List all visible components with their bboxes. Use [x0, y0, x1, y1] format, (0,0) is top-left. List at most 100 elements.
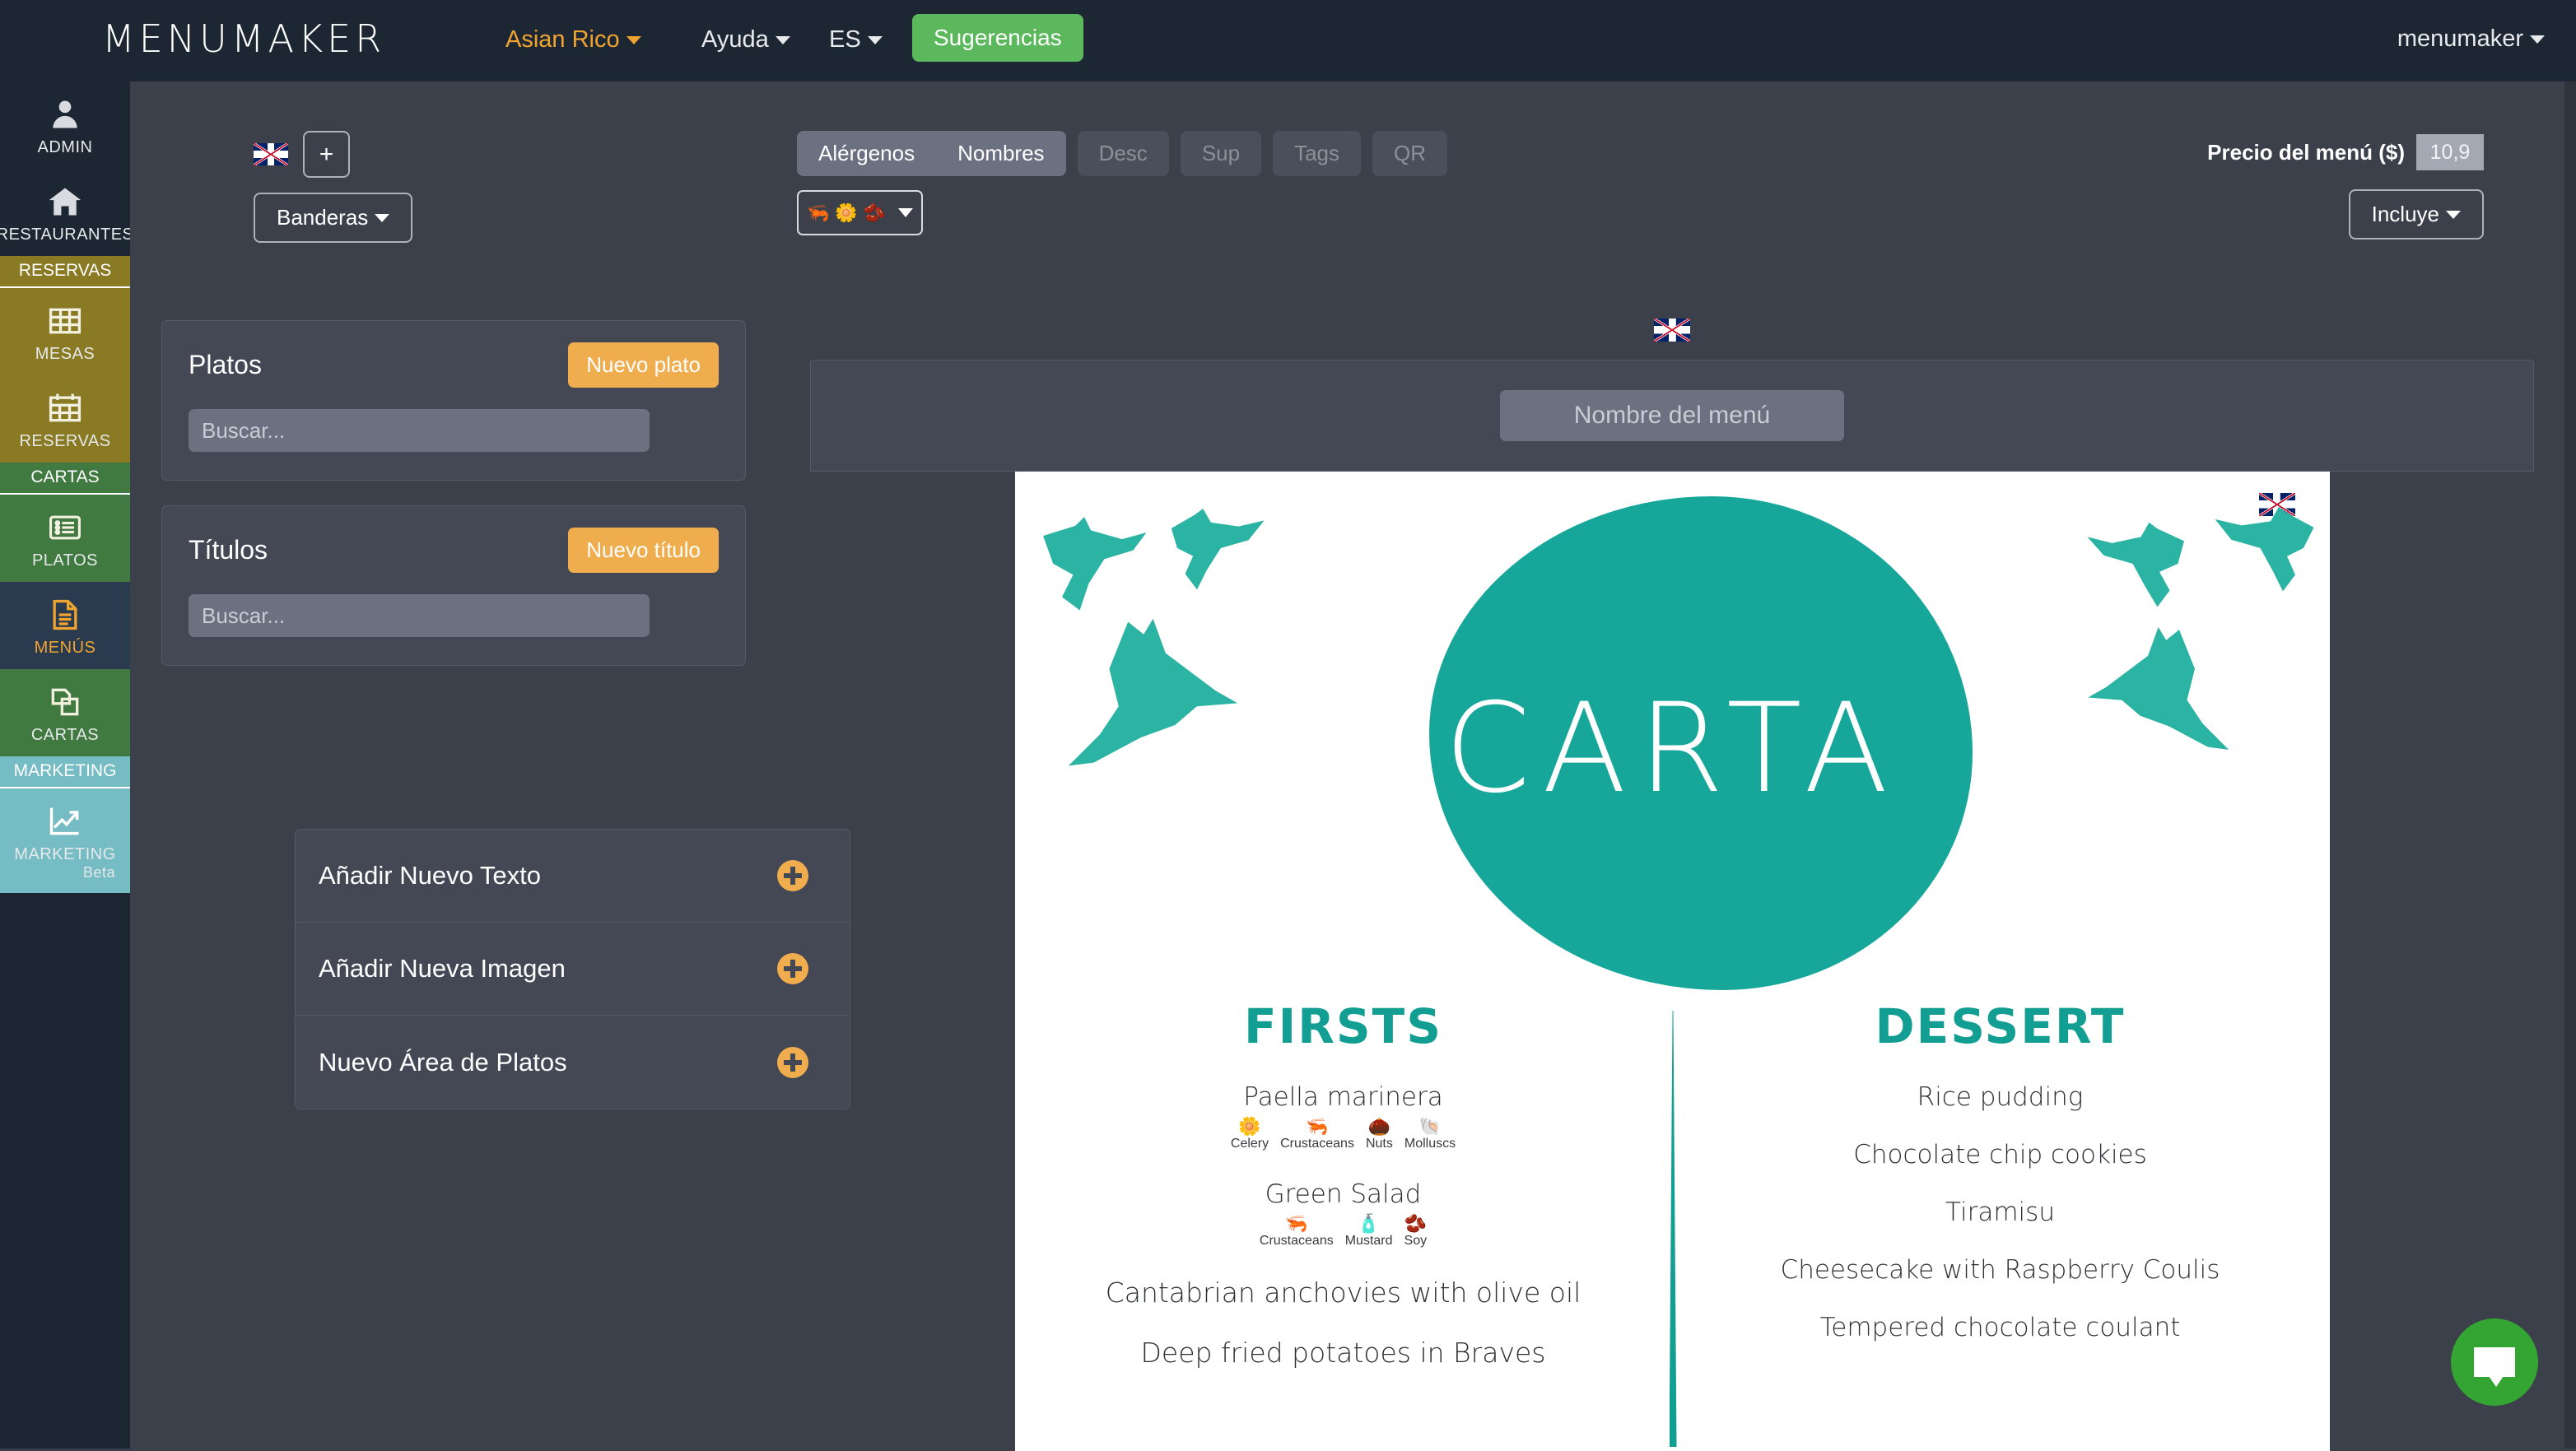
menu-price-input[interactable]: [2416, 134, 2484, 170]
allergen-label: Celery: [1230, 1137, 1269, 1151]
allergen-label: Molluscs: [1404, 1137, 1456, 1151]
page-scrollbar[interactable]: [2564, 81, 2576, 1449]
chat-bubble-icon: [2474, 1347, 2515, 1387]
toggle-qr[interactable]: QR: [1372, 131, 1447, 176]
sidebar-item-marketing[interactable]: MARKETING Beta: [0, 788, 130, 893]
crustaceans-icon: 🦐: [1285, 1213, 1308, 1234]
sidebar-item-cartas[interactable]: CARTAS: [0, 669, 130, 756]
home-icon: [49, 188, 82, 216]
sidebar-item-label: RESERVAS: [19, 432, 111, 450]
titulos-card-header: Títulos Nuevo título: [189, 528, 719, 573]
soy-icon: 🫘: [863, 202, 887, 223]
nav-help[interactable]: Ayuda: [701, 26, 790, 53]
incluye-dropdown[interactable]: Incluye: [2348, 189, 2484, 240]
toggle-tags[interactable]: Tags: [1273, 131, 1361, 176]
chevron-down-icon: [867, 36, 883, 44]
add-new-text-label: Añadir Nuevo Texto: [319, 861, 541, 890]
plus-icon[interactable]: [777, 860, 808, 891]
platos-search-input[interactable]: [189, 409, 650, 452]
add-new-text-row[interactable]: Añadir Nuevo Texto: [296, 830, 850, 923]
dish-name[interactable]: Cantabrian anchovies with olive oil: [1015, 1277, 1672, 1309]
menu-sheet[interactable]: CARTA FIRSTS Paella marinera 🌼 Celery 🦐 …: [1014, 472, 2330, 1451]
menu-name-input[interactable]: [1500, 390, 1844, 441]
nav-restaurant-label: Asian Rico: [505, 26, 620, 53]
bird-icon: [1171, 509, 1265, 590]
add-language-button[interactable]: +: [303, 131, 350, 178]
dish-name[interactable]: Deep fried potatoes in Braves: [1015, 1337, 1672, 1369]
bird-icon: [2087, 522, 2184, 607]
dish-name[interactable]: Paella marinera: [1015, 1082, 1672, 1112]
allergen-crustaceans: 🦐 Crustaceans: [1280, 1117, 1354, 1151]
dish-name[interactable]: Tempered chocolate coulant: [1672, 1313, 2329, 1342]
app-logo[interactable]: MENUMAKER: [102, 16, 385, 61]
banderas-label: Banderas: [277, 205, 369, 230]
toggle-alergenos[interactable]: Alérgenos: [797, 131, 936, 176]
bird-icon: [2215, 506, 2313, 592]
platos-card-header: Platos Nuevo plato: [189, 342, 719, 388]
menu-columns: FIRSTS Paella marinera 🌼 Celery 🦐 Crusta…: [1015, 998, 2330, 1369]
sidebar: ADMIN RESTAURANTES RESERVAS MESAS RESERV…: [0, 81, 133, 1449]
nuevo-titulo-button[interactable]: Nuevo título: [568, 528, 719, 573]
dish-name[interactable]: Green Salad: [1015, 1179, 1672, 1209]
nuevo-plato-button[interactable]: Nuevo plato: [568, 342, 719, 388]
toggle-nombres[interactable]: Nombres: [936, 131, 1065, 176]
molluscs-icon: 🐚: [1418, 1116, 1442, 1137]
allergen-label: Soy: [1404, 1234, 1428, 1248]
nav-restaurant-selector[interactable]: Asian Rico: [505, 26, 641, 53]
column-title: DESSERT: [1875, 998, 2126, 1054]
crustaceans-icon: 🦐: [1306, 1116, 1329, 1137]
allergen-mustard: 🧴 Mustard: [1345, 1214, 1393, 1249]
column-title: FIRSTS: [1244, 998, 1442, 1054]
sidebar-item-label: PLATOS: [31, 551, 99, 570]
chat-widget-button[interactable]: [2451, 1318, 2538, 1406]
uk-flag-icon[interactable]: [1654, 319, 1690, 342]
add-new-image-row[interactable]: Añadir Nueva Imagen: [296, 923, 850, 1016]
allergen-label: Crustaceans: [1259, 1234, 1334, 1248]
add-element-list: Añadir Nuevo Texto Añadir Nueva Imagen N…: [295, 829, 850, 1109]
dish-name[interactable]: Chocolate chip cookies: [1672, 1140, 2329, 1170]
nav-help-label: Ayuda: [701, 26, 769, 53]
sidebar-item-label: ADMIN: [37, 138, 93, 156]
sidebar-item-platos[interactable]: PLATOS: [0, 495, 130, 582]
chevron-down-icon: [775, 36, 790, 44]
titulos-card: Títulos Nuevo título: [161, 505, 746, 666]
titulos-search-input[interactable]: [189, 594, 650, 637]
nav-language[interactable]: ES: [829, 26, 883, 53]
dish-name[interactable]: Rice pudding: [1672, 1082, 2329, 1112]
banderas-dropdown[interactable]: Banderas: [254, 193, 413, 243]
bird-icon: [1042, 517, 1147, 611]
chevron-down-icon: [375, 214, 390, 222]
sidebar-item-reservas[interactable]: RESERVAS: [0, 375, 130, 463]
chevron-down-icon: [898, 208, 913, 217]
allergen-list: 🦐 Crustaceans 🧴 Mustard 🫘 Soy: [1015, 1214, 1672, 1249]
uk-flag-icon[interactable]: [254, 143, 288, 165]
incluye-label: Incluye: [2371, 202, 2439, 226]
celery-icon: 🌼: [835, 202, 858, 223]
plus-icon[interactable]: [777, 953, 808, 984]
sidebar-item-label: MARKETING: [14, 845, 116, 863]
platos-card: Platos Nuevo plato: [161, 320, 746, 481]
allergen-label: Nuts: [1365, 1137, 1393, 1151]
nav-language-label: ES: [829, 26, 861, 53]
calendar-icon: [49, 393, 82, 422]
toggle-desc[interactable]: Desc: [1077, 131, 1169, 176]
user-menu[interactable]: menumaker: [2397, 26, 2545, 53]
menu-name-bar: [810, 360, 2534, 472]
menu-price-label: Precio del menú ($): [2207, 139, 2405, 165]
sidebar-item-mesas[interactable]: MESAS: [0, 288, 130, 375]
sidebar-item-admin[interactable]: ADMIN: [0, 81, 130, 169]
sidebar-item-restaurantes[interactable]: RESTAURANTES: [0, 169, 133, 256]
dish-name[interactable]: Cheesecake with Raspberry Coulis: [1672, 1255, 2329, 1285]
sidebar-item-menus[interactable]: MENÚS: [0, 582, 130, 669]
top-navigation-bar: MENUMAKER Asian Rico Ayuda ES Sugerencia…: [0, 0, 2576, 81]
menu-column-dessert: DESSERT Rice pudding Chocolate chip cook…: [1672, 998, 2329, 1369]
add-dish-area-row[interactable]: Nuevo Área de Platos: [296, 1016, 850, 1109]
allergen-style-dropdown[interactable]: 🦐 🌼 🫘: [797, 190, 923, 235]
toggle-segment-group: Alérgenos Nombres: [797, 131, 1066, 176]
plus-icon[interactable]: [777, 1046, 808, 1078]
dish-name[interactable]: Tiramisu: [1672, 1198, 2329, 1227]
display-options-toolbar: Alérgenos Nombres Desc Sup Tags QR: [797, 131, 1447, 176]
toggle-sup[interactable]: Sup: [1180, 131, 1262, 176]
chevron-down-icon: [2530, 35, 2545, 44]
suggestions-button[interactable]: Sugerencias: [912, 14, 1083, 62]
